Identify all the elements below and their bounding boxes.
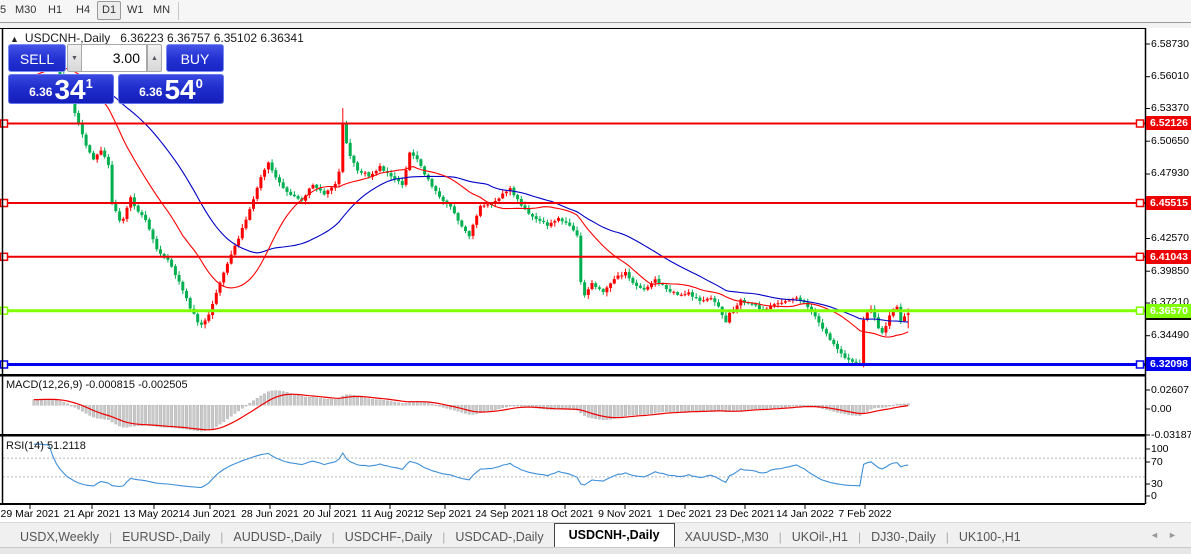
date-tick-label: 28 Jun 2021 [241,508,299,520]
chart-tab-usdcad[interactable]: USDCAD-,Daily [445,527,553,547]
date-tick-label: 2 Sep 2021 [418,508,472,520]
rsi-label: RSI(14) 51.2118 [6,440,86,452]
price-tick-label: 6.56010 [1151,71,1189,82]
tab-scroll-right-icon[interactable]: ► [1168,530,1177,540]
indicator-scale-label: 0.02607 [1151,385,1189,396]
chart-tab-ukoil[interactable]: UKOil-,H1 [782,527,858,547]
date-tick-label: 29 Mar 2021 [1,508,60,520]
indicator-scale-label: 100 [1151,444,1169,455]
price-tick-label: 6.47930 [1151,168,1189,179]
date-tick-label: 23 Dec 2021 [715,508,775,520]
macd-label: MACD(12,26,9) -0.000815 -0.002505 [6,379,188,391]
level-price-badge: 6.41043 [1146,250,1191,264]
chart-tab-usdx[interactable]: USDX,Weekly [10,527,109,547]
date-tick-label: 14 Jan 2022 [776,508,834,520]
date-tick-label: 11 Aug 2021 [361,508,419,520]
chart-tab-usdchf[interactable]: USDCHF-,Daily [335,527,443,547]
price-tick-label: 6.39850 [1151,266,1189,277]
date-tick-label: 13 May 2021 [124,508,185,520]
price-tick-label: 6.53370 [1151,103,1189,114]
timeframe-button-m30[interactable]: M30 [11,2,40,19]
sell-price-small: 6.36 [29,85,52,99]
ohlc-values: 6.36223 6.36757 6.35102 6.36341 [120,31,304,45]
level-price-badge: 6.36570 [1146,304,1191,318]
date-tick-label: 18 Oct 2021 [536,508,593,520]
date-tick-label: 1 Dec 2021 [658,508,712,520]
timeframe-button-h4[interactable]: H4 [72,2,94,19]
chart-tab-xauusd[interactable]: XAUUSD-,M30 [675,527,779,547]
date-tick-label: 7 Feb 2022 [838,508,891,520]
status-strip [0,547,1191,554]
timeframe-button-d1[interactable]: D1 [97,1,121,20]
indicator-scale-label: 0.00 [1151,404,1171,415]
timeframe-button-w1[interactable]: W1 [123,2,148,19]
volume-input[interactable] [81,44,147,72]
date-tick-label: 9 Nov 2021 [598,508,652,520]
sell-price-sup: 1 [86,76,93,91]
date-tick-label: 20 Jul 2021 [303,508,357,520]
volume-increase-button[interactable]: ▲ [147,44,162,72]
toolbar-gap [0,23,1191,28]
timeframe-button-5[interactable]: 5 [0,2,10,19]
date-tick-label: 24 Sep 2021 [475,508,535,520]
sell-price-big: 34 [54,77,85,103]
indicator-scale-label: 30 [1151,479,1163,490]
indicator-scale-label: 0 [1151,491,1157,502]
toolbar-separator [178,2,179,20]
spin-down-icon: ▼ [71,55,78,62]
price-tick-label: 6.58730 [1151,39,1189,50]
sell-button[interactable]: SELL [8,44,66,72]
timeframe-button-mn[interactable]: MN [149,2,174,19]
chart-tab-usdcnh[interactable]: USDCNH-,Daily [554,523,675,547]
indicator-scale-label: 70 [1151,457,1163,468]
date-tick-label: 4 Jun 2021 [184,508,236,520]
date-tick-label: 21 Apr 2021 [64,508,121,520]
tab-scroll-left-icon[interactable]: ◄ [1150,530,1159,540]
buy-price-small: 6.36 [139,85,162,99]
chart-title: ▲ USDCNH-,Daily 6.36223 6.36757 6.35102 6.… [10,31,304,45]
collapse-arrow-icon[interactable]: ▲ [10,34,19,44]
volume-decrease-button[interactable]: ▼ [67,44,82,72]
level-price-badge: 6.45515 [1146,196,1191,210]
chart-tab-audusd[interactable]: AUDUSD-,Daily [223,527,331,547]
buy-price-display[interactable]: 6.36540 [118,74,224,104]
price-tick-label: 6.34490 [1151,330,1189,341]
chart-tab-eurusd[interactable]: EURUSD-,Daily [112,527,220,547]
price-tick-label: 6.50650 [1151,136,1189,147]
level-price-badge: 6.32098 [1146,357,1191,371]
symbol-period-label: USDCNH-,Daily [25,31,110,45]
price-tick-label: 6.42570 [1151,233,1189,244]
indicator-scale-label: -0.031872 [1151,430,1191,441]
level-price-badge: 6.52126 [1146,116,1191,130]
timeframe-button-h1[interactable]: H1 [44,2,66,19]
chart-tab-uk100[interactable]: UK100-,H1 [949,527,1031,547]
buy-price-big: 54 [164,77,195,103]
chart-tab-dj30[interactable]: DJ30-,Daily [861,527,946,547]
spin-up-icon: ▲ [151,55,158,62]
one-click-trade-panel: SELL ▼ ▲ BUY 6.36341 6.36540 [8,44,224,104]
buy-button[interactable]: BUY [166,44,224,72]
sell-price-display[interactable]: 6.36341 [8,74,114,104]
buy-price-sup: 0 [196,76,203,91]
timeframe-toolbar: 5M30H1 H4D1W1MN [0,0,1191,23]
chart-tab-bar: USDX,Weekly|EURUSD-,Daily|AUDUSD-,Daily|… [0,522,1191,547]
mt4-window: { "toolbar": { "timeframes": [ {"label":… [0,0,1191,554]
